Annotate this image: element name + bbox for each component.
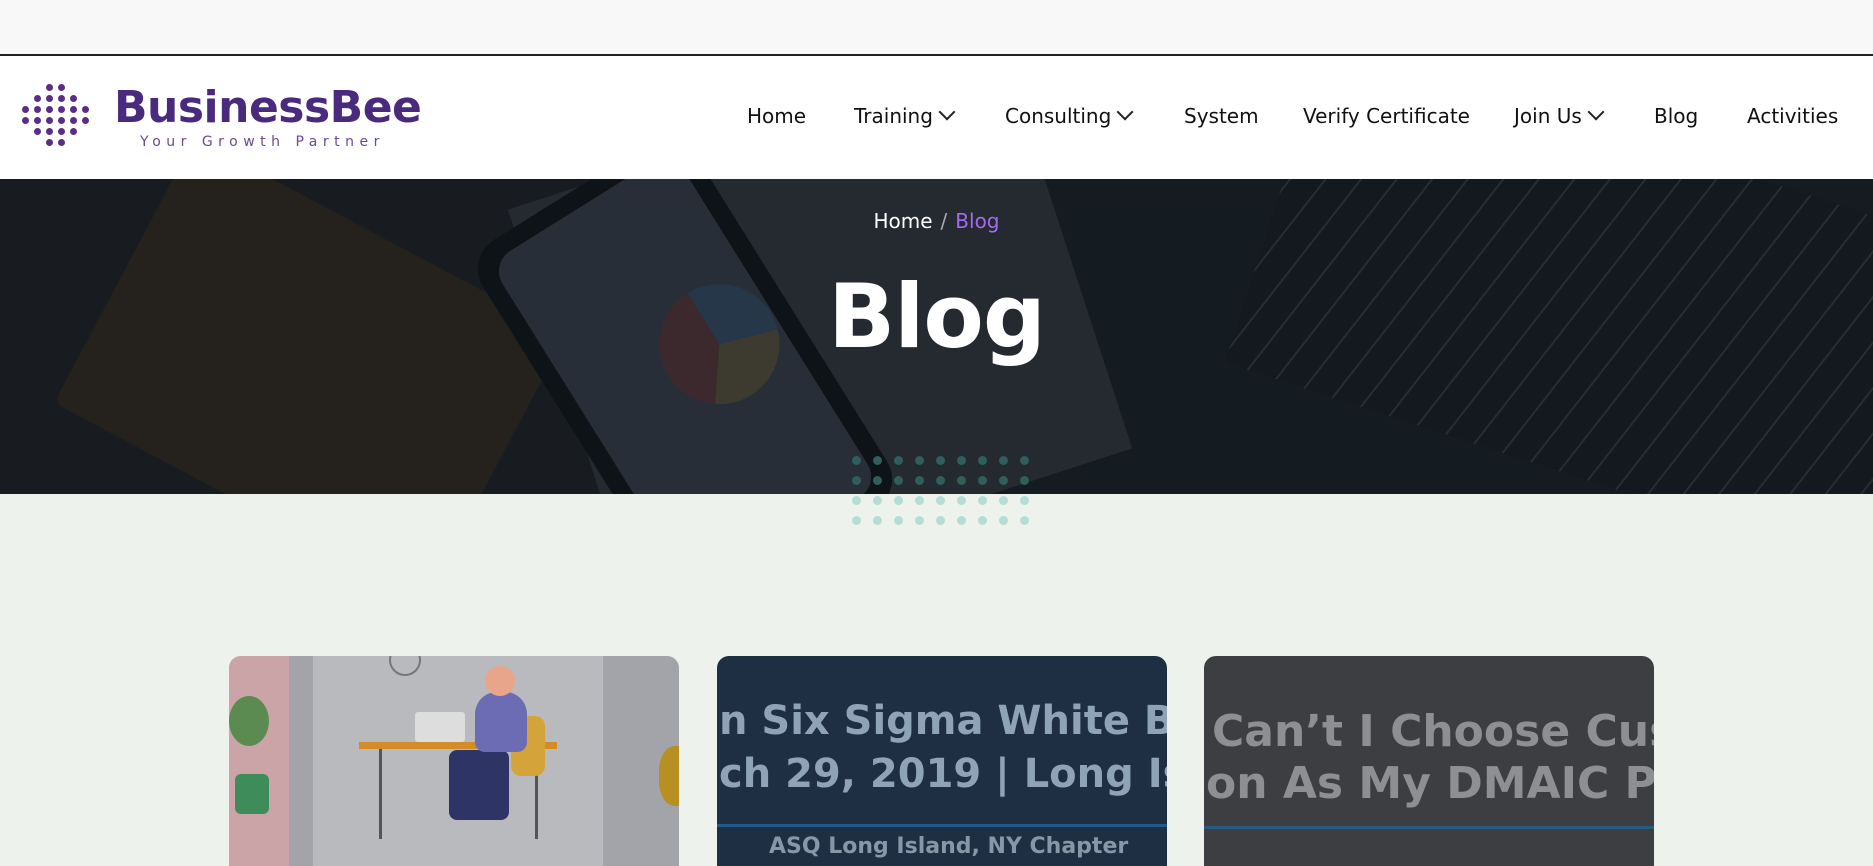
logo-dot <box>58 139 65 146</box>
decorative-dot <box>978 516 987 525</box>
decorative-dot <box>915 476 924 485</box>
page-hero-banner: Home / Blog Blog <box>0 179 1873 494</box>
blog-card[interactable]: n Six Sigma White Bel ch 29, 2019 | Long… <box>717 656 1167 866</box>
decorative-dot <box>999 476 1008 485</box>
nav-item-label: Verify Certificate <box>1303 104 1470 128</box>
page-title: Blog <box>828 265 1046 368</box>
decorative-dot <box>873 476 882 485</box>
nav-item-label: System <box>1184 104 1259 128</box>
blog-card-image-text: n Six Sigma White Bel <box>719 698 1167 744</box>
plant-pot <box>235 774 269 814</box>
decorative-dot <box>873 456 882 465</box>
nav-item-join-us[interactable]: Join Us <box>1514 103 1605 128</box>
blog-card[interactable] <box>229 656 679 866</box>
logo-dot <box>58 95 65 102</box>
logo-dot <box>46 139 53 146</box>
decorative-dot <box>873 496 882 505</box>
decorative-dot <box>873 516 882 525</box>
chair-illustration <box>659 746 679 806</box>
breadcrumb-home-link[interactable]: Home <box>873 209 932 233</box>
nav-item-verify-certificate[interactable]: Verify Certificate <box>1303 104 1470 128</box>
nav-item-system[interactable]: System <box>1184 104 1259 128</box>
decorative-dot <box>915 456 924 465</box>
primary-nav: Home Training Consulting System Verify C… <box>0 103 1873 134</box>
decorative-dot <box>978 476 987 485</box>
decorative-dot <box>915 496 924 505</box>
decorative-dot <box>915 516 924 525</box>
decorative-dot <box>894 496 903 505</box>
nav-item-label: Join Us <box>1514 104 1582 128</box>
blog-card-image-text: Can’t I Choose Custo <box>1212 706 1654 757</box>
nav-item-label: Activities <box>1747 104 1839 128</box>
decorative-dot <box>999 516 1008 525</box>
decorative-dot <box>999 496 1008 505</box>
divider <box>1204 826 1654 829</box>
decorative-dot <box>936 456 945 465</box>
decorative-dot <box>957 476 966 485</box>
decorative-dot <box>852 456 861 465</box>
decorative-dot <box>894 476 903 485</box>
breadcrumb: Home / Blog <box>0 209 1873 233</box>
person-illustration <box>475 692 527 752</box>
logo-dot <box>58 84 65 91</box>
top-bar <box>0 0 1873 56</box>
decorative-dot <box>894 516 903 525</box>
decorative-dot <box>957 516 966 525</box>
blog-card-image-text: ch 29, 2019 | Long Islanc <box>719 751 1167 797</box>
nav-item-consulting[interactable]: Consulting <box>1005 103 1134 128</box>
blog-card-image-text: ASQ Long Island, NY Chapter <box>769 834 1129 859</box>
chevron-down-icon <box>938 103 956 121</box>
nav-item-label: Training <box>854 104 933 128</box>
brand-tagline: Your Growth Partner <box>140 134 385 150</box>
nav-item-home[interactable]: Home <box>747 104 806 128</box>
logo-dot <box>46 84 53 91</box>
logo-dot <box>70 95 77 102</box>
decorative-dot <box>1020 456 1029 465</box>
decorative-dot <box>894 456 903 465</box>
decorative-dot <box>936 516 945 525</box>
decorative-dot <box>1020 476 1029 485</box>
decorative-dot <box>1020 496 1029 505</box>
plant-icon <box>229 696 269 746</box>
logo-dot <box>46 95 53 102</box>
logo-dot <box>34 95 41 102</box>
decorative-dot <box>978 456 987 465</box>
decorative-dot <box>1020 516 1029 525</box>
decorative-dot <box>852 476 861 485</box>
nav-item-training[interactable]: Training <box>854 103 956 128</box>
person-head <box>485 666 515 696</box>
decorative-dot <box>957 456 966 465</box>
main-navbar: BusinessBee Your Growth Partner Home Tra… <box>0 56 1873 179</box>
decorative-dot <box>999 456 1008 465</box>
breadcrumb-current: Blog <box>955 209 1000 233</box>
chevron-down-icon <box>1116 103 1134 121</box>
decorative-dot <box>936 476 945 485</box>
decorative-dot <box>936 496 945 505</box>
blog-card[interactable]: Can’t I Choose Custo on As My DMAIC Proj <box>1204 656 1654 866</box>
nav-item-label: Consulting <box>1005 104 1112 128</box>
nav-item-blog[interactable]: Blog <box>1654 104 1698 128</box>
decorative-dot <box>978 496 987 505</box>
desk-leg <box>379 749 382 839</box>
breadcrumb-separator: / <box>940 209 948 233</box>
divider <box>717 824 1167 827</box>
decorative-dots <box>852 456 1036 530</box>
nav-item-label: Home <box>747 104 807 128</box>
nav-item-activities[interactable]: Activities <box>1747 104 1838 128</box>
nav-item-label: Blog <box>1654 104 1699 128</box>
wall-panel <box>229 656 289 866</box>
blog-card-image-text: on As My DMAIC Proj <box>1206 758 1654 809</box>
decorative-dot <box>852 496 861 505</box>
chevron-down-icon <box>1587 103 1605 121</box>
decorative-dot <box>957 496 966 505</box>
decorative-dot <box>852 516 861 525</box>
person-legs <box>449 750 509 820</box>
laptop-icon <box>415 712 465 742</box>
